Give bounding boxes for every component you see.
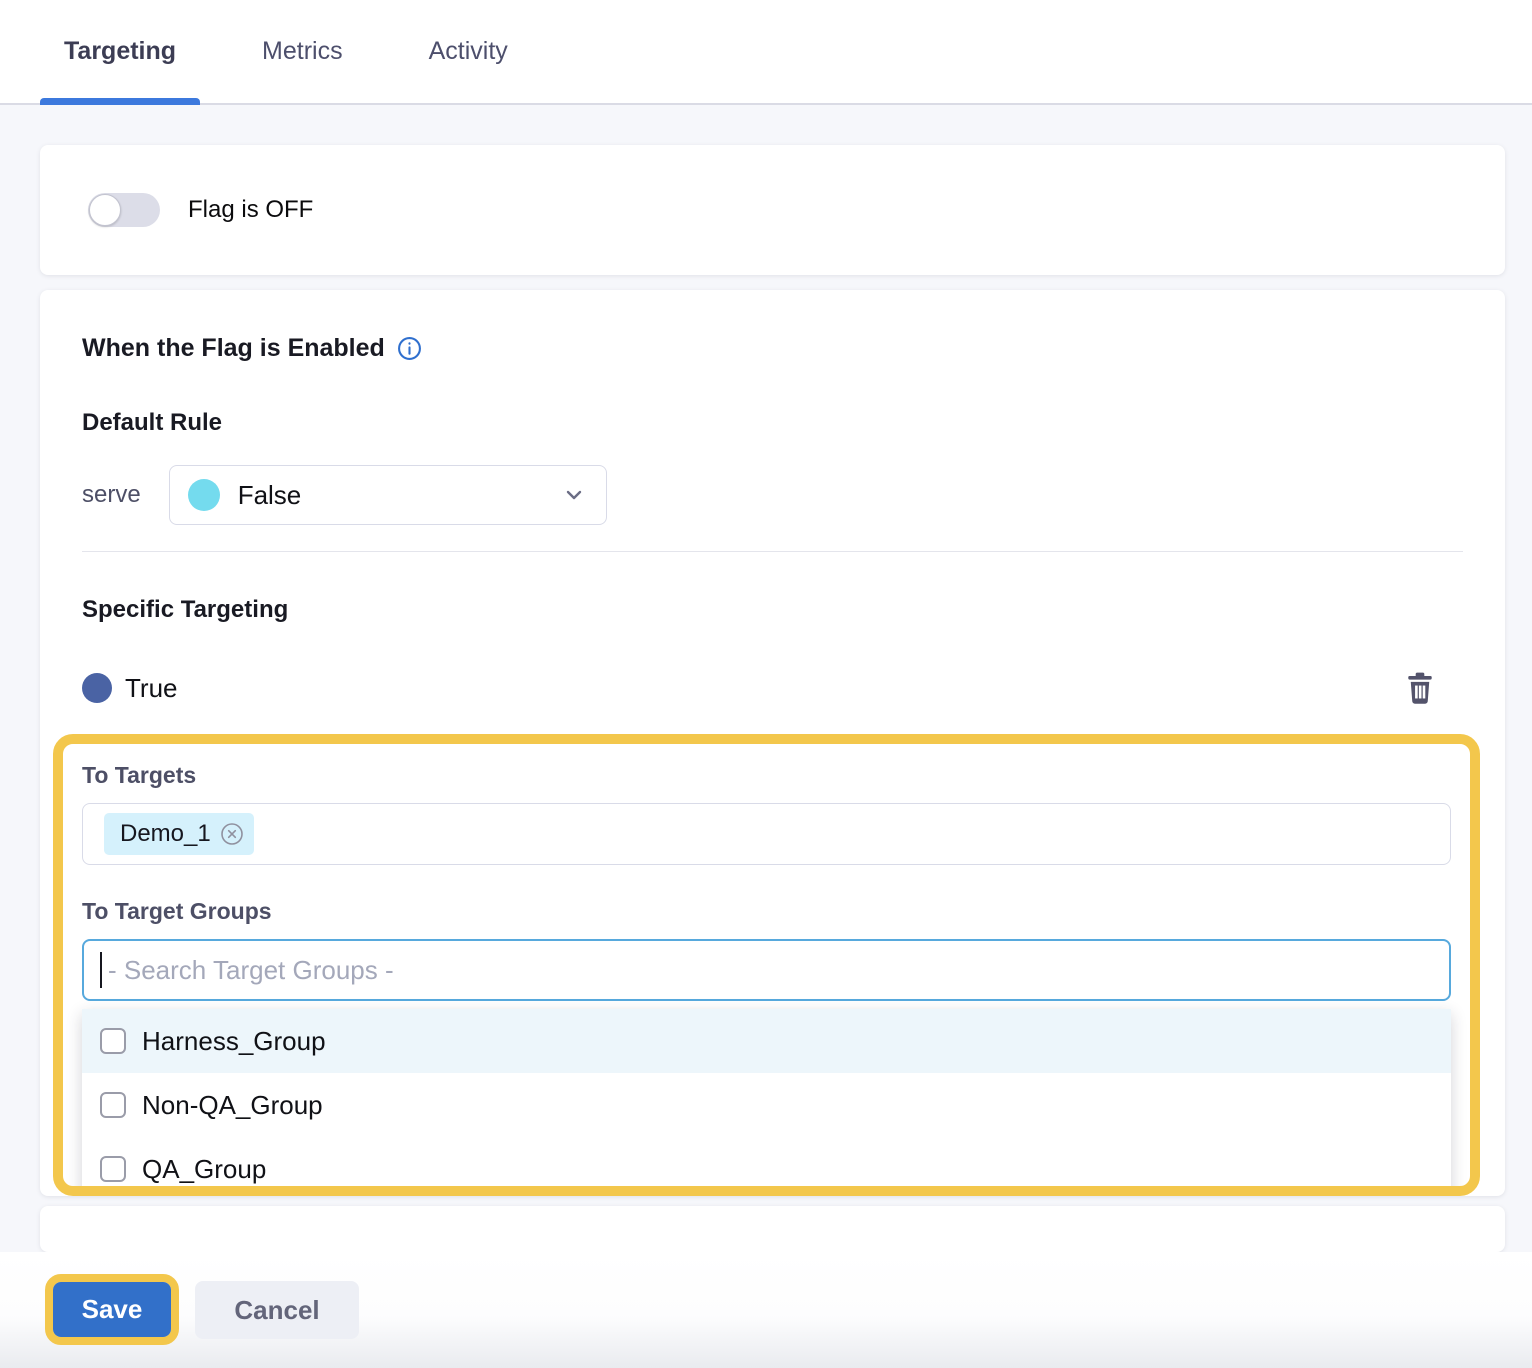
group-option-label: Non-QA_Group bbox=[142, 1090, 323, 1121]
targeting-rules-card: When the Flag is Enabled Default Rule se… bbox=[40, 290, 1505, 1196]
cancel-button[interactable]: Cancel bbox=[195, 1281, 359, 1339]
tab-targeting[interactable]: Targeting bbox=[40, 0, 200, 103]
tab-metrics-label: Metrics bbox=[262, 37, 343, 66]
target-groups-dropdown: Harness_Group Non-QA_Group QA_Group bbox=[82, 1009, 1451, 1196]
remove-target-button[interactable] bbox=[220, 822, 244, 846]
group-option-non-qa-group[interactable]: Non-QA_Group bbox=[82, 1073, 1451, 1137]
group-option-harness-group[interactable]: Harness_Group bbox=[82, 1009, 1451, 1073]
flag-toggle[interactable] bbox=[88, 193, 160, 227]
tab-bar: Targeting Metrics Activity bbox=[0, 0, 1532, 105]
variation-false-dot bbox=[188, 479, 220, 511]
to-target-groups-label: To Target Groups bbox=[82, 898, 1451, 925]
highlighted-targeting-area: To Targets Demo_1 To bbox=[53, 734, 1480, 1196]
default-rule-variation-select[interactable]: False bbox=[169, 465, 607, 525]
group-option-qa-group[interactable]: QA_Group bbox=[82, 1137, 1451, 1196]
tab-activity-label: Activity bbox=[429, 37, 508, 66]
enabled-section-title: When the Flag is Enabled bbox=[82, 334, 385, 363]
footer-bar: Save Cancel bbox=[0, 1252, 1532, 1368]
specific-targeting-heading: Specific Targeting bbox=[82, 596, 1463, 624]
serve-label: serve bbox=[82, 481, 141, 509]
chevron-down-icon bbox=[562, 483, 586, 507]
trash-icon bbox=[1405, 692, 1435, 707]
target-chip-label: Demo_1 bbox=[120, 820, 211, 848]
checkbox-harness-group[interactable] bbox=[100, 1028, 126, 1054]
save-button-highlight: Save bbox=[45, 1274, 179, 1345]
default-rule-selected-value: False bbox=[238, 480, 562, 511]
default-rule-heading: Default Rule bbox=[82, 409, 1463, 437]
flag-status-label: Flag is OFF bbox=[188, 196, 313, 224]
tab-targeting-label: Targeting bbox=[64, 37, 176, 66]
text-cursor bbox=[100, 952, 102, 988]
target-chip: Demo_1 bbox=[104, 813, 254, 855]
save-button[interactable]: Save bbox=[53, 1282, 171, 1337]
flag-toggle-knob bbox=[89, 194, 121, 226]
targeting-content: Flag is OFF When the Flag is Enabled Def… bbox=[0, 105, 1532, 1252]
variation-true-dot bbox=[82, 673, 112, 703]
off-rules-card bbox=[40, 1206, 1505, 1252]
checkbox-non-qa-group[interactable] bbox=[100, 1092, 126, 1118]
section-divider bbox=[82, 551, 1463, 552]
to-targets-label: To Targets bbox=[82, 762, 1451, 789]
circle-x-icon bbox=[220, 834, 244, 849]
flag-status-card: Flag is OFF bbox=[40, 145, 1505, 275]
search-placeholder: - Search Target Groups - bbox=[108, 955, 394, 986]
active-tab-underline bbox=[40, 98, 200, 105]
info-icon[interactable] bbox=[397, 336, 422, 361]
targets-input[interactable]: Demo_1 bbox=[82, 803, 1451, 865]
tab-metrics[interactable]: Metrics bbox=[238, 0, 367, 103]
group-option-label: QA_Group bbox=[142, 1154, 266, 1185]
tab-activity[interactable]: Activity bbox=[405, 0, 532, 103]
checkbox-qa-group[interactable] bbox=[100, 1156, 126, 1182]
group-option-label: Harness_Group bbox=[142, 1026, 326, 1057]
specific-targeting-variation-label: True bbox=[125, 673, 1405, 704]
delete-rule-button[interactable] bbox=[1405, 672, 1435, 704]
target-groups-search-input[interactable]: - Search Target Groups - bbox=[82, 939, 1451, 1001]
